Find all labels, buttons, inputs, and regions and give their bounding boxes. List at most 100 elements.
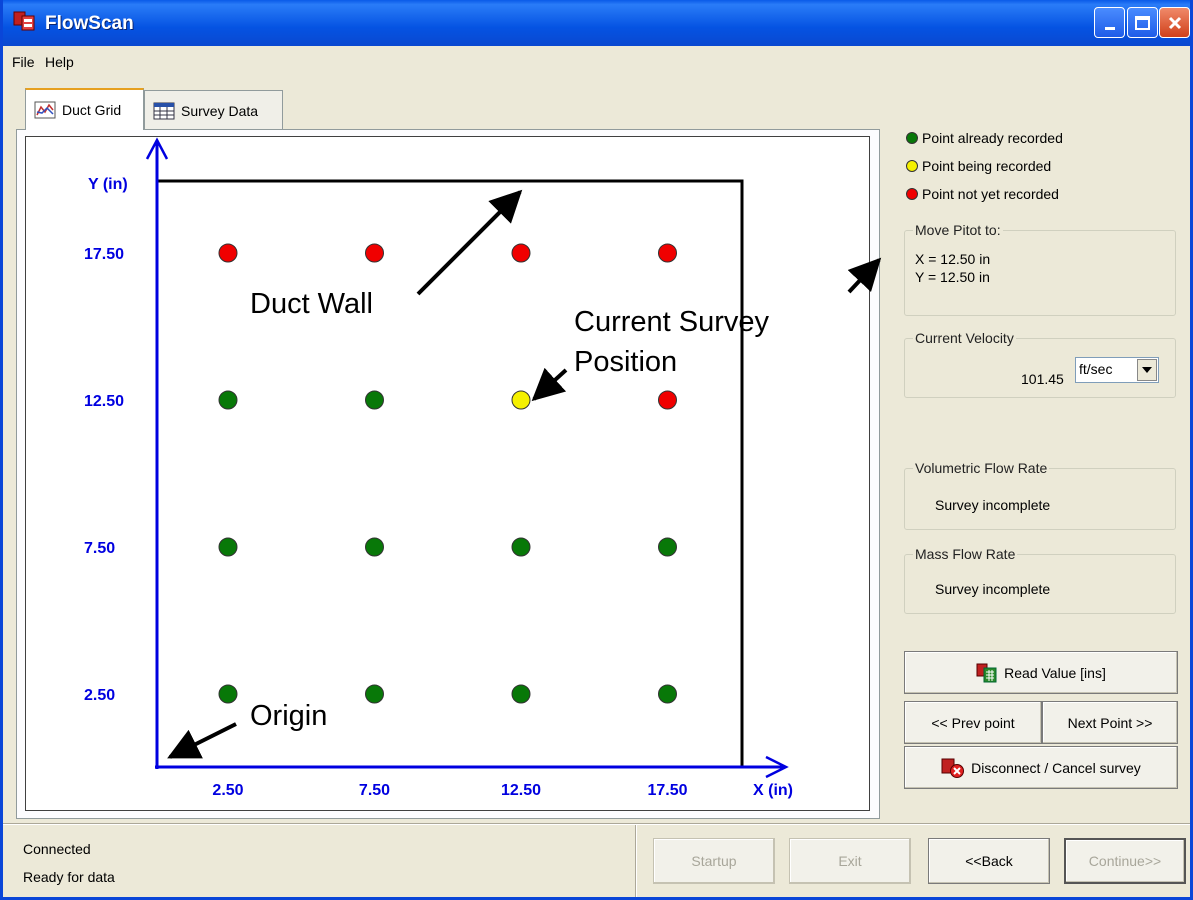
y-axis	[145, 137, 169, 769]
move-pitot-title: Move Pitot to:	[913, 222, 1003, 238]
move-pitot-group: Move Pitot to: X = 12.50 in Y = 12.50 in	[904, 222, 1176, 316]
survey-point-recorded[interactable]	[658, 537, 677, 557]
x-tick-label: 12.50	[501, 782, 541, 799]
x-tick-label: 2.50	[212, 782, 243, 799]
tab-duct-grid[interactable]: Duct Grid	[25, 88, 144, 130]
velocity-value: 101.45	[1021, 371, 1064, 387]
tab-survey-data-label: Survey Data	[181, 102, 259, 119]
status-connection: Connected	[23, 841, 91, 857]
survey-point-not-recorded[interactable]	[511, 243, 531, 263]
minimize-button[interactable]	[1094, 7, 1125, 38]
table-icon	[153, 102, 175, 119]
survey-point-not-recorded[interactable]	[658, 390, 677, 410]
volumetric-flow-title: Volumetric Flow Rate	[913, 460, 1050, 476]
title-bar[interactable]: FlowScan	[3, 0, 1190, 46]
red-dot-icon	[906, 188, 918, 200]
yellow-dot-icon	[906, 160, 918, 172]
minimize-icon	[1104, 27, 1115, 30]
survey-point-recorded[interactable]	[218, 390, 238, 410]
duct-wall	[157, 179, 744, 767]
dropdown-arrow-icon	[1137, 359, 1157, 381]
flowscan-app-icon	[13, 10, 37, 34]
y-tick-label: 12.50	[84, 393, 124, 410]
read-value-button[interactable]: Read Value [ins]	[904, 651, 1178, 694]
tab-duct-grid-label: Duct Grid	[62, 102, 122, 118]
mass-flow-value: Survey incomplete	[935, 581, 1051, 597]
duct-grid-canvas[interactable]: Y (in) X (in) 17.50 12.50 7.50 2.50 2.50 7.5…	[25, 136, 870, 811]
status-message: Ready for data	[23, 869, 115, 885]
velocity-unit-select[interactable]: ft/sec	[1075, 357, 1159, 383]
read-value-icon	[976, 663, 997, 682]
disconnect-button[interactable]: Disconnect / Cancel survey	[904, 746, 1178, 789]
origin-arrow	[167, 722, 237, 759]
survey-point-not-recorded[interactable]	[365, 243, 384, 263]
menu-help[interactable]: Help	[45, 54, 74, 70]
survey-point-recorded[interactable]	[365, 537, 384, 557]
exit-label: Exit	[838, 853, 862, 869]
legend-recording: Point being recorded	[906, 158, 1051, 174]
x-axis-label: X (in)	[753, 782, 793, 799]
survey-point-recording[interactable]	[511, 390, 531, 410]
duct-wall-arrow	[416, 189, 523, 296]
footer-divider	[635, 825, 637, 897]
back-button[interactable]: <<Back	[928, 838, 1050, 884]
survey-point-recorded[interactable]	[218, 537, 238, 557]
y-tick-label: 7.50	[84, 540, 115, 557]
current-velocity-title: Current Velocity	[913, 330, 1016, 346]
x-tick-label: 17.50	[647, 782, 687, 799]
legend-recorded-label: Point already recorded	[922, 130, 1063, 146]
current-position-arrow	[531, 367, 568, 402]
disconnect-icon	[941, 758, 965, 778]
volumetric-flow-value: Survey incomplete	[935, 497, 1051, 513]
startup-label: Startup	[691, 853, 737, 869]
origin-annotation: Origin	[250, 700, 328, 732]
startup-button[interactable]: Startup	[653, 838, 775, 884]
survey-point-recorded[interactable]	[511, 684, 531, 704]
back-label: <<Back	[965, 853, 1013, 869]
y-axis-label: Y (in)	[88, 176, 128, 193]
read-value-label: Read Value [ins]	[1004, 664, 1106, 681]
y-tick-label: 17.50	[84, 246, 124, 263]
survey-point-recorded[interactable]	[365, 684, 384, 704]
maximize-button[interactable]	[1127, 7, 1158, 38]
continue-button[interactable]: Continue>>	[1064, 838, 1186, 884]
menu-file[interactable]: File	[12, 54, 35, 70]
next-point-button[interactable]: Next Point >>	[1042, 701, 1178, 744]
y-tick-label: 2.50	[84, 687, 115, 704]
exit-button[interactable]: Exit	[789, 838, 911, 884]
survey-point-recorded[interactable]	[658, 684, 677, 704]
window-title: FlowScan	[45, 13, 134, 34]
maximize-icon	[1135, 15, 1150, 30]
disconnect-label: Disconnect / Cancel survey	[971, 759, 1141, 776]
duct-wall-annotation: Duct Wall	[250, 288, 373, 320]
survey-point-recorded[interactable]	[365, 390, 384, 410]
survey-point-recorded[interactable]	[511, 537, 531, 557]
green-dot-icon	[906, 132, 918, 144]
current-position-annotation-line1: Current Survey	[574, 306, 770, 338]
prev-point-button[interactable]: << Prev point	[904, 701, 1042, 744]
menu-bar: File Help	[3, 46, 1190, 74]
continue-label: Continue>>	[1088, 853, 1162, 869]
move-pitot-x: X = 12.50 in	[915, 251, 991, 267]
move-pitot-arrow	[847, 257, 882, 294]
survey-point-not-recorded[interactable]	[658, 243, 677, 263]
status-separator	[3, 823, 1190, 825]
mass-flow-group: Mass Flow Rate Survey incomplete	[904, 546, 1176, 614]
close-icon	[1168, 16, 1181, 29]
mass-flow-title: Mass Flow Rate	[913, 546, 1018, 562]
legend-not-recorded: Point not yet recorded	[906, 186, 1059, 202]
close-button[interactable]	[1159, 7, 1190, 38]
survey-point-not-recorded[interactable]	[218, 243, 238, 263]
legend-not-recorded-label: Point not yet recorded	[922, 186, 1059, 202]
move-pitot-y: Y = 12.50 in	[915, 269, 990, 285]
chart-icon	[34, 101, 56, 119]
velocity-unit-value: ft/sec	[1079, 361, 1113, 377]
survey-point-recorded[interactable]	[218, 684, 238, 704]
app-window: FlowScan File Help Duct Grid Survey Data…	[0, 0, 1193, 900]
tab-survey-data[interactable]: Survey Data	[144, 90, 283, 130]
prev-point-label: << Prev point	[931, 714, 1015, 731]
x-tick-label: 7.50	[359, 782, 390, 799]
x-axis	[155, 755, 789, 779]
legend-recorded: Point already recorded	[906, 130, 1063, 146]
next-point-label: Next Point >>	[1067, 714, 1153, 731]
